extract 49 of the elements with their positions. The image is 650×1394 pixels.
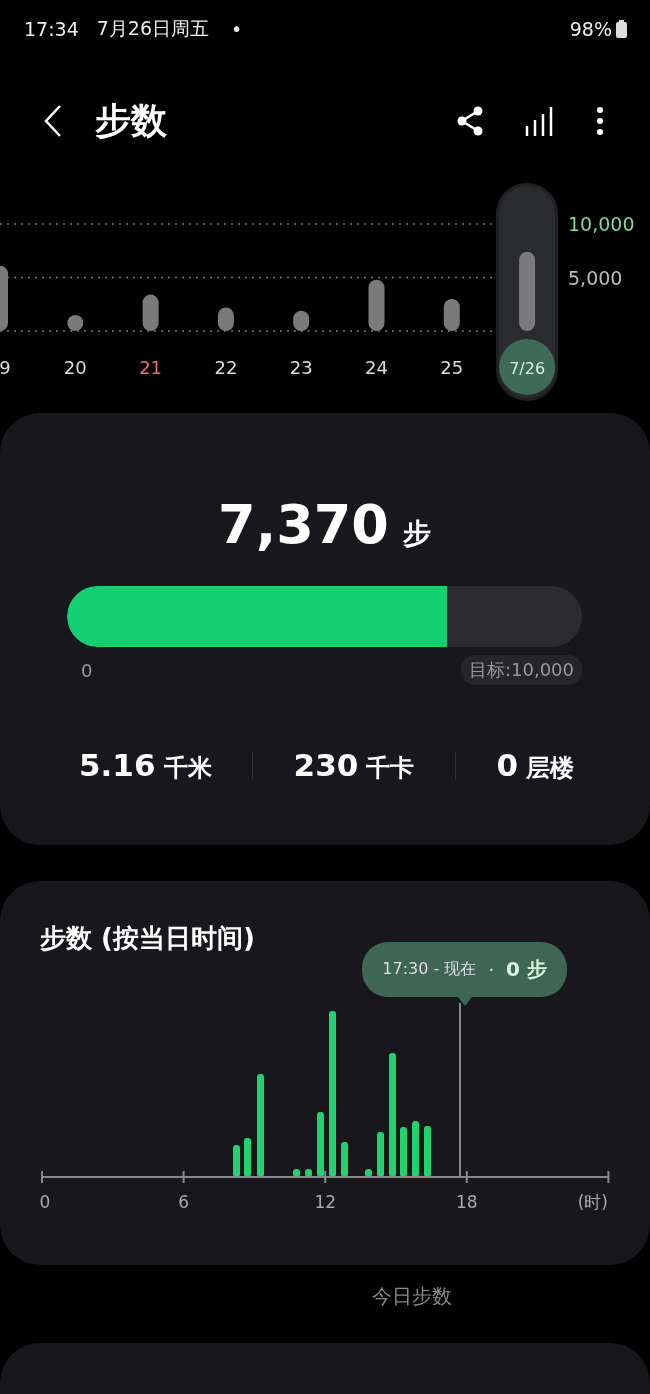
stat-unit: 层楼 [526,753,574,784]
date-label[interactable]: 20 [63,357,87,378]
day-bar[interactable] [293,310,310,331]
x-tick-label: 18 [456,1192,478,1212]
x-axis-unit: (时) [577,1192,608,1212]
more-icon[interactable] [596,107,604,135]
status-date: 7月26日周五 [96,16,210,41]
stat-unit: 千米 [163,753,212,784]
notification-dot: • [231,18,243,40]
stat-unit: 千卡 [366,753,415,784]
date-label[interactable]: 25 [440,357,464,378]
battery-percent: 98% [569,18,612,40]
page-title: 步数 [95,98,167,143]
day-bar[interactable] [519,251,536,331]
x-tick-label: 0 [39,1192,51,1212]
y-tick-label: 5,000 [568,266,623,289]
date-label[interactable]: 24 [365,357,388,378]
share-icon[interactable] [456,106,484,136]
day-bar[interactable] [368,279,385,331]
y-tick-label: 10,000 [568,213,635,235]
date-label[interactable]: 9 [0,357,11,378]
selected-date-circle[interactable] [499,339,556,395]
bar-chart-icon[interactable] [524,106,554,136]
caption-text: 今日步数 [371,1283,453,1310]
battery-icon [616,20,627,38]
date-label[interactable]: 7/26 [509,359,546,378]
day-bar[interactable] [217,307,234,331]
date-label[interactable]: 22 [214,357,238,378]
tooltip-time: 17:30 - 现在 [382,959,477,980]
day-bar[interactable] [443,298,460,331]
tooltip-value: 0 步 [506,956,547,983]
date-label[interactable]: 23 [289,357,313,378]
date-label[interactable]: 21 [139,357,163,378]
progress-min-label: 0 [81,659,93,681]
day-bar[interactable] [67,314,84,331]
stat-value: 0 [496,747,518,783]
stat-value: 230 [293,747,359,783]
day-bar[interactable] [0,265,8,331]
x-tick-label: 6 [178,1192,189,1212]
tooltip-separator: · [488,959,495,980]
goal-label: 目标:10,000 [460,655,582,685]
x-tick-label: 12 [314,1192,336,1212]
back-icon[interactable] [43,104,63,138]
status-time: 17:34 [24,18,79,40]
stat-value: 5.16 [79,747,156,783]
card-title: 步数 (按当日时间) [40,922,255,955]
day-bar[interactable] [142,294,159,331]
step-count: 7,370 [218,493,389,556]
step-unit: 步 [402,516,431,552]
